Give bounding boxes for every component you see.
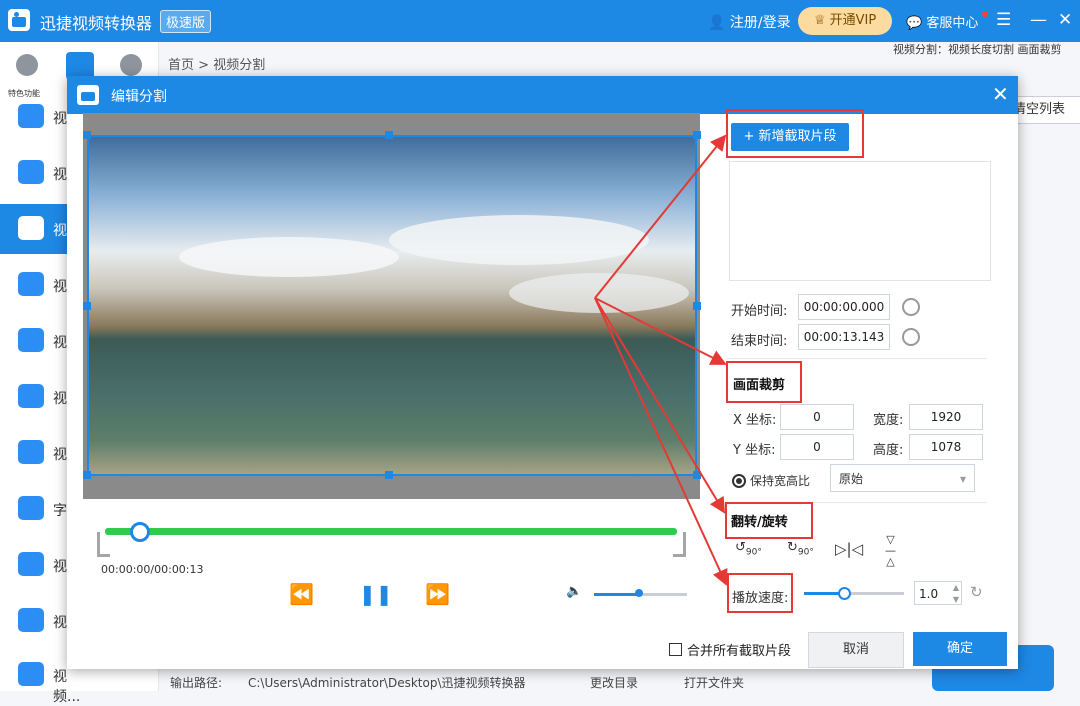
notification-dot <box>982 11 988 17</box>
other-tools-icon[interactable] <box>120 54 142 76</box>
video-extra-icon <box>18 662 44 686</box>
sidebar-item-label: 视 <box>53 335 67 351</box>
video-convert-icon <box>18 104 44 128</box>
sidebar-item-split[interactable]: 视 <box>0 204 70 254</box>
close-app-icon[interactable]: ✕ <box>1058 10 1072 30</box>
vip-button[interactable]: ♕ 开通VIP <box>798 7 892 35</box>
sidebar-item-4[interactable]: 视 <box>0 260 70 310</box>
login-link[interactable]: 👤 注册/登录 <box>708 12 791 32</box>
edition-badge: 极速版 <box>160 10 212 33</box>
menu-icon[interactable]: ☰ <box>996 10 1011 30</box>
service-link[interactable]: 💬 客服中心 <box>906 12 978 31</box>
output-path[interactable]: C:\Users\Administrator\Desktop\迅捷视频转换器 <box>248 674 526 691</box>
sidebar-item-7[interactable]: 视 <box>0 428 70 478</box>
sidebar-item-6[interactable]: 视 <box>0 372 70 422</box>
video-merge-icon <box>18 272 44 296</box>
gif-icon <box>18 328 44 352</box>
change-dir-button[interactable]: 更改目录 <box>590 674 638 691</box>
app-logo-icon <box>8 9 30 31</box>
sidebar-item-1[interactable]: 视 <box>0 92 70 142</box>
function-note: 视频分割：视频长度切割 画面裁剪 <box>893 43 1062 56</box>
sidebar-item-label: 字 <box>53 503 67 519</box>
sidebar-item-label: 视频... <box>53 669 81 705</box>
annotation-arrows <box>594 134 728 586</box>
sidebar-item-label: 视 <box>53 615 67 631</box>
clear-list-button[interactable]: 清空列表 <box>1012 96 1080 124</box>
video-person-icon <box>18 160 44 184</box>
open-folder-button[interactable]: 打开文件夹 <box>684 674 744 691</box>
featured-icon[interactable] <box>16 54 38 76</box>
sidebar-item-label: 视 <box>53 559 67 575</box>
sidebar-item-11[interactable]: 视频... <box>0 650 80 705</box>
vip-label: 开通VIP <box>829 13 877 28</box>
breadcrumb: 首页 > 视频分割 <box>168 58 266 73</box>
sidebar-item-10[interactable]: 视 <box>0 596 70 646</box>
sidebar-item-2[interactable]: 视 <box>0 148 70 198</box>
video-image-icon <box>18 608 44 632</box>
output-path-label: 输出路径: <box>170 676 223 690</box>
sidebar-item-gif[interactable]: 视 <box>0 316 70 366</box>
video-compress-icon <box>18 384 44 408</box>
app-titlebar: 迅捷视频转换器 极速版 👤 注册/登录 ♕ 开通VIP 💬 客服中心 ☰ — ✕ <box>0 0 1080 42</box>
edit-split-dialog: 编辑分割 ✕ 00:00:00/00:00:13 ⏪ ❚❚ ⏩ 🔈 + 新增截取… <box>67 76 1018 669</box>
sidebar-item-label: 视 <box>53 167 67 183</box>
video-crop-icon <box>18 552 44 576</box>
minimize-icon[interactable]: — <box>1030 10 1047 30</box>
video-play-icon <box>18 440 44 464</box>
sidebar-item-label: 视 <box>53 279 67 295</box>
app-title: 迅捷视频转换器 <box>40 14 153 33</box>
sidebar-item-label: 视 <box>53 447 67 463</box>
sidebar-item-subtitle[interactable]: 字 <box>0 484 70 534</box>
sidebar-item-label: 视 <box>53 391 67 407</box>
sidebar-item-label: 视 <box>53 223 67 239</box>
login-label: 注册/登录 <box>729 15 791 31</box>
service-label: 客服中心 <box>926 16 979 31</box>
sidebar-item-9[interactable]: 视 <box>0 540 70 590</box>
breadcrumb-home[interactable]: 首页 <box>168 58 194 73</box>
star-icon <box>18 496 44 520</box>
video-split-icon <box>18 216 44 240</box>
sidebar-item-label: 视 <box>53 111 67 127</box>
breadcrumb-current: 视频分割 <box>213 58 266 73</box>
